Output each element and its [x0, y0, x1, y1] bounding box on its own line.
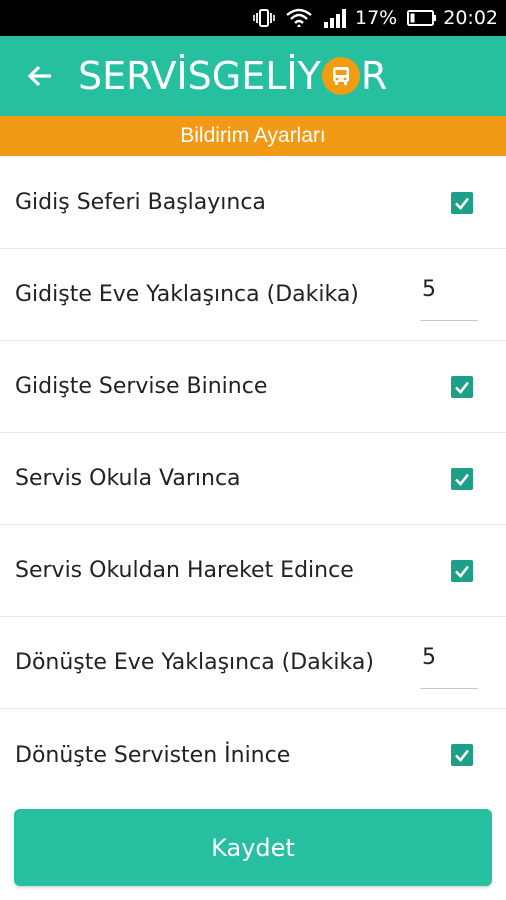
- setting-row: Gidiş Seferi Başlayınca: [0, 157, 506, 249]
- brand-text-part2: R: [360, 54, 388, 98]
- battery-percent: 17%: [355, 7, 398, 29]
- arrow-left-icon: [27, 65, 51, 87]
- wifi-icon: [285, 6, 313, 30]
- minutes-input[interactable]: 5: [420, 277, 478, 321]
- setting-checkbox[interactable]: [451, 744, 473, 766]
- setting-label: Gidiş Seferi Başlayınca: [15, 190, 266, 215]
- settings-list: Gidiş Seferi Başlayınca Gidişte Eve Yakl…: [0, 157, 506, 801]
- checkmark-icon: [455, 197, 470, 210]
- setting-row: Dönüşte Servisten İnince: [0, 709, 506, 801]
- setting-row: Dönüşte Eve Yaklaşınca (Dakika) 5: [0, 617, 506, 709]
- setting-label: Dönüşte Eve Yaklaşınca (Dakika): [15, 650, 374, 675]
- section-title-bar: Bildirim Ayarları: [0, 116, 506, 156]
- back-button[interactable]: [20, 56, 60, 96]
- setting-checkbox[interactable]: [451, 191, 473, 214]
- setting-row: Servis Okula Varınca: [0, 433, 506, 525]
- setting-row: Gidişte Eve Yaklaşınca (Dakika) 5: [0, 249, 506, 341]
- save-button[interactable]: Kaydet: [14, 809, 492, 886]
- checkmark-icon: [455, 565, 470, 578]
- status-bar: 17% 20:02: [0, 0, 506, 36]
- brand-text-part1: SERVİSGELİY: [78, 54, 321, 98]
- signal-icon: [323, 7, 349, 29]
- checkmark-icon: [455, 381, 470, 394]
- setting-checkbox[interactable]: [451, 467, 473, 490]
- setting-label: Gidişte Servise Binince: [15, 374, 268, 399]
- app-bar: SERVİSGELİY R: [0, 36, 506, 116]
- brand-logo: SERVİSGELİY R: [78, 54, 387, 98]
- vibrate-icon: [253, 7, 275, 29]
- setting-label: Dönüşte Servisten İnince: [15, 742, 291, 768]
- setting-label: Gidişte Eve Yaklaşınca (Dakika): [15, 282, 359, 307]
- clock: 20:02: [443, 7, 498, 29]
- setting-checkbox[interactable]: [451, 375, 473, 398]
- setting-label: Servis Okula Varınca: [15, 466, 241, 491]
- setting-row: Gidişte Servise Binince: [0, 341, 506, 433]
- section-title: Bildirim Ayarları: [180, 124, 326, 147]
- setting-checkbox[interactable]: [451, 559, 473, 582]
- setting-label: Servis Okuldan Hareket Edince: [15, 558, 354, 583]
- checkmark-icon: [455, 749, 470, 762]
- checkmark-icon: [455, 473, 470, 486]
- setting-row: Servis Okuldan Hareket Edince: [0, 525, 506, 617]
- battery-icon: [407, 9, 437, 27]
- bus-icon: [321, 57, 360, 95]
- minutes-input[interactable]: 5: [420, 645, 478, 689]
